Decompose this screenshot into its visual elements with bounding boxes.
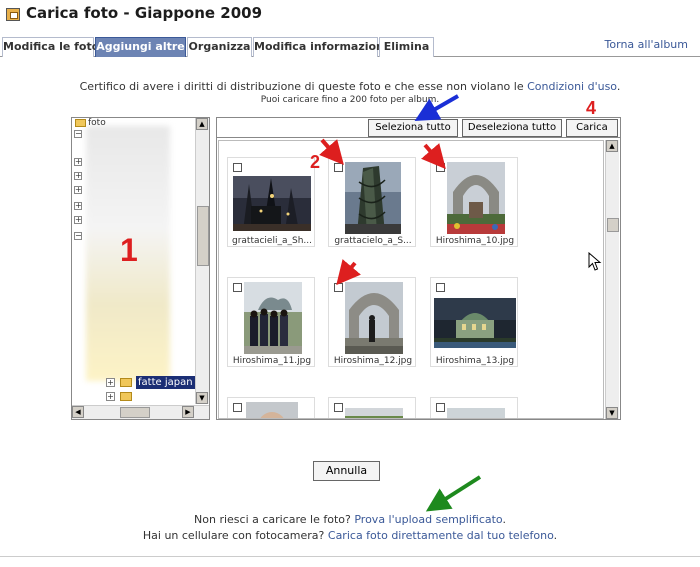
photo-caption: Hiroshima_12.jpg: [333, 356, 413, 366]
tree-expand-icon[interactable]: +: [74, 216, 82, 224]
tree-expand-icon[interactable]: +: [74, 172, 82, 180]
cancel-button[interactable]: Annulla: [313, 461, 380, 481]
tree-expand-icon[interactable]: +: [106, 378, 115, 387]
photo-thumbnail: [434, 298, 516, 348]
photo-thumbnail: [233, 176, 311, 231]
photo-checkbox[interactable]: [334, 163, 343, 172]
mouse-cursor-icon: [588, 252, 602, 271]
tab-bar: Modifica le foto Aggiungi altre Organizz…: [0, 37, 700, 57]
photo-thumbnail: [447, 162, 505, 234]
tree-expand-icon[interactable]: +: [106, 392, 115, 401]
mobile-upload-link[interactable]: Carica foto direttamente dal tuo telefon…: [328, 529, 554, 542]
photo-thumbnail: [345, 408, 403, 418]
folder-tree[interactable]: foto − + + + + + − + fatte japan + ▲ ▼ ◀…: [71, 117, 210, 420]
tree-collapse-icon[interactable]: −: [74, 232, 82, 240]
tree-vertical-scrollbar[interactable]: ▲ ▼: [195, 118, 209, 404]
window-header: Carica foto - Giappone 2009: [0, 0, 700, 34]
tree-item[interactable]: +: [106, 390, 166, 404]
scroll-up-icon[interactable]: ▲: [196, 118, 208, 130]
photo-checkbox[interactable]: [436, 403, 445, 412]
tree-expand-icon[interactable]: +: [74, 158, 82, 166]
tree-expand-icon[interactable]: +: [74, 186, 82, 194]
tree-item-selected[interactable]: + fatte japan: [106, 376, 196, 390]
deselect-all-button[interactable]: Deseleziona tutto: [462, 119, 562, 137]
tree-collapse-icon[interactable]: −: [74, 130, 82, 138]
photo-grid-panel: Seleziona tutto Deseleziona tutto Carica…: [216, 117, 621, 420]
grid-vertical-scrollbar[interactable]: ▲ ▼: [605, 140, 619, 419]
photo-thumbnail: [345, 162, 401, 234]
photo-item[interactable]: [328, 397, 416, 418]
footer-divider: [0, 556, 700, 557]
photo-item[interactable]: Hiroshima_12.jpg: [328, 277, 416, 367]
photo-checkbox[interactable]: [334, 283, 343, 292]
tab-aggiungi-altre[interactable]: Aggiungi altre: [95, 37, 186, 57]
help-line-simplified-upload: Non riesci a caricare le foto? Prova l'u…: [194, 513, 506, 526]
photo-caption: grattacieli_a_Sh...: [231, 236, 312, 246]
selected-folder-label[interactable]: fatte japan: [136, 376, 195, 389]
photo-item[interactable]: Hiroshima_13.jpg: [430, 277, 518, 367]
photo-item[interactable]: grattacielo_a_S...: [328, 157, 416, 247]
tab-modifica-foto[interactable]: Modifica le foto: [2, 37, 99, 57]
scrollbar-thumb[interactable]: [607, 218, 619, 232]
photo-caption: Hiroshima_10.jpg: [435, 236, 515, 246]
tab-modifica-informazioni[interactable]: Modifica informazioni: [253, 37, 388, 57]
photo-checkbox[interactable]: [233, 283, 242, 292]
select-all-button[interactable]: Seleziona tutto: [368, 119, 458, 137]
tab-elimina[interactable]: Elimina: [379, 37, 434, 57]
photo-checkbox[interactable]: [233, 403, 242, 412]
photo-item[interactable]: [227, 397, 315, 418]
scroll-up-icon[interactable]: ▲: [606, 140, 618, 152]
simplified-upload-link[interactable]: Prova l'upload semplificato: [354, 513, 502, 526]
annotation-number-4: 4: [586, 98, 597, 118]
photo-thumbnail: [244, 282, 302, 354]
scroll-right-icon[interactable]: ▶: [182, 406, 194, 418]
page-title: Carica foto - Giappone 2009: [26, 4, 263, 22]
grid-toolbar: Seleziona tutto Deseleziona tutto Carica: [217, 118, 620, 138]
rights-certification-text: Certifico di avere i diritti di distribu…: [79, 80, 621, 93]
photo-checkbox[interactable]: [334, 403, 343, 412]
photo-thumbnail: [447, 408, 505, 418]
photo-item[interactable]: Hiroshima_10.jpg: [430, 157, 518, 247]
terms-of-use-link[interactable]: Condizioni d'uso: [527, 80, 617, 93]
scroll-down-icon[interactable]: ▼: [196, 392, 208, 404]
folder-icon: [120, 392, 132, 401]
tree-expand-icon[interactable]: +: [74, 202, 82, 210]
photo-caption: grattacielo_a_S...: [334, 236, 412, 246]
upload-button[interactable]: Carica: [566, 119, 618, 137]
photo-item[interactable]: grattacieli_a_Sh...: [227, 157, 315, 247]
green-arrow-icon: [425, 475, 482, 512]
annotation-number-1: 1: [120, 232, 138, 268]
photo-upload-icon: [6, 8, 20, 21]
photo-caption: Hiroshima_13.jpg: [435, 356, 515, 366]
photo-thumbnail: [246, 402, 298, 418]
scroll-down-icon[interactable]: ▼: [606, 407, 618, 419]
photo-checkbox[interactable]: [233, 163, 242, 172]
photo-checkbox[interactable]: [436, 163, 445, 172]
photo-checkbox[interactable]: [436, 283, 445, 292]
scrollbar-thumb[interactable]: [197, 206, 209, 266]
photo-thumbnail: [345, 282, 403, 354]
photo-item[interactable]: [430, 397, 518, 418]
photo-grid: grattacieli_a_Sh... grattacielo_a_S... H…: [218, 140, 604, 419]
annotation-number-2: 2: [310, 152, 321, 172]
scroll-left-icon[interactable]: ◀: [72, 406, 84, 418]
tree-root-label[interactable]: foto: [88, 118, 106, 128]
help-line-mobile-upload: Hai un cellulare con fotocamera? Carica …: [142, 529, 558, 542]
tree-horizontal-scrollbar[interactable]: ◀ ▶: [72, 405, 209, 419]
folder-icon: [75, 119, 86, 127]
photo-caption: Hiroshima_11.jpg: [232, 356, 312, 366]
scrollbar-thumb[interactable]: [120, 407, 150, 418]
back-to-album-link[interactable]: Torna all'album: [605, 37, 688, 53]
photo-item[interactable]: Hiroshima_11.jpg: [227, 277, 315, 367]
folder-icon: [120, 378, 132, 387]
tab-organizza[interactable]: Organizza: [187, 37, 252, 57]
